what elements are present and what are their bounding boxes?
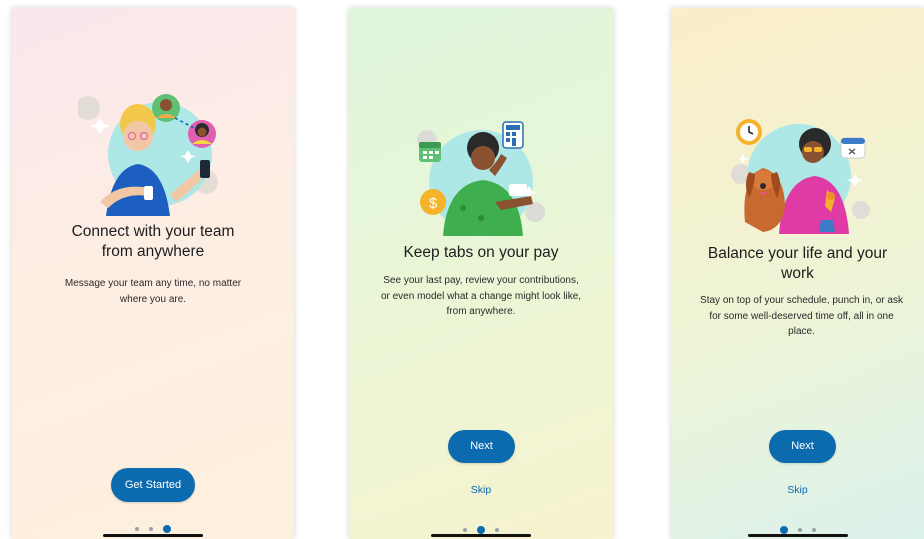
pagination-dot[interactable] (797, 527, 802, 532)
pagination-dot-active[interactable] (779, 525, 788, 534)
onboarding-title: Balance your life and your work (671, 244, 924, 284)
onboarding-screen-balance: Balance your life and your work Stay on … (671, 8, 924, 539)
onboarding-screen-pay: $ Keep tabs on your pay See your last pa… (349, 8, 613, 539)
home-indicator[interactable] (103, 534, 203, 537)
description-line: for some well-deserved time off, all in … (709, 310, 894, 322)
pagination-dot[interactable] (495, 527, 499, 532)
onboarding-title: Keep tabs on your pay (403, 244, 559, 261)
onboarding-title: Connect with your team from anywhere (12, 222, 294, 262)
description-line: where you are. (119, 293, 187, 305)
pagination-dot[interactable] (149, 526, 153, 531)
title-line: Connect with your team (71, 223, 235, 240)
balance-illustration (731, 119, 870, 234)
onboarding-description: Message your team any time, no matter wh… (22, 276, 284, 307)
title-line: from anywhere (101, 243, 205, 260)
skip-link[interactable]: Skip (671, 484, 924, 496)
title-line: Balance your life and your (707, 245, 888, 262)
pagination-dots (671, 521, 924, 534)
description-line: See your last pay, review your contribut… (383, 275, 579, 286)
home-indicator[interactable] (431, 534, 531, 537)
svg-text:$: $ (429, 195, 438, 212)
description-line: or even model what a change might look l… (380, 290, 582, 302)
description-line: Message your team any time, no matter (64, 278, 242, 289)
get-started-button[interactable]: Get Started (111, 468, 195, 502)
home-indicator[interactable] (747, 534, 848, 537)
onboarding-description: Stay on top of your schedule, punch in, … (679, 293, 924, 340)
pagination-dot-active[interactable] (163, 524, 171, 533)
title-line: work (781, 265, 814, 282)
description-line: from anywhere. (446, 306, 516, 317)
pagination-dot-active[interactable] (477, 525, 485, 534)
pagination-dot[interactable] (463, 527, 467, 532)
pay-illustration: $ (417, 121, 545, 236)
pagination-dots (12, 520, 294, 533)
onboarding-description: See your last pay, review your contribut… (359, 273, 603, 320)
team-connect-illustration (78, 94, 218, 216)
next-button[interactable]: Next (769, 430, 836, 463)
onboarding-screen-connect: Connect with your team from anywhere Mes… (12, 8, 294, 539)
description-line: place. (788, 326, 815, 337)
skip-link[interactable]: Skip (349, 484, 613, 496)
next-button[interactable]: Next (448, 430, 515, 463)
pagination-dot[interactable] (811, 527, 816, 532)
pagination-dot[interactable] (135, 526, 139, 531)
description-line: Stay on top of your schedule, punch in, … (700, 295, 903, 306)
pagination-dots (349, 521, 613, 534)
